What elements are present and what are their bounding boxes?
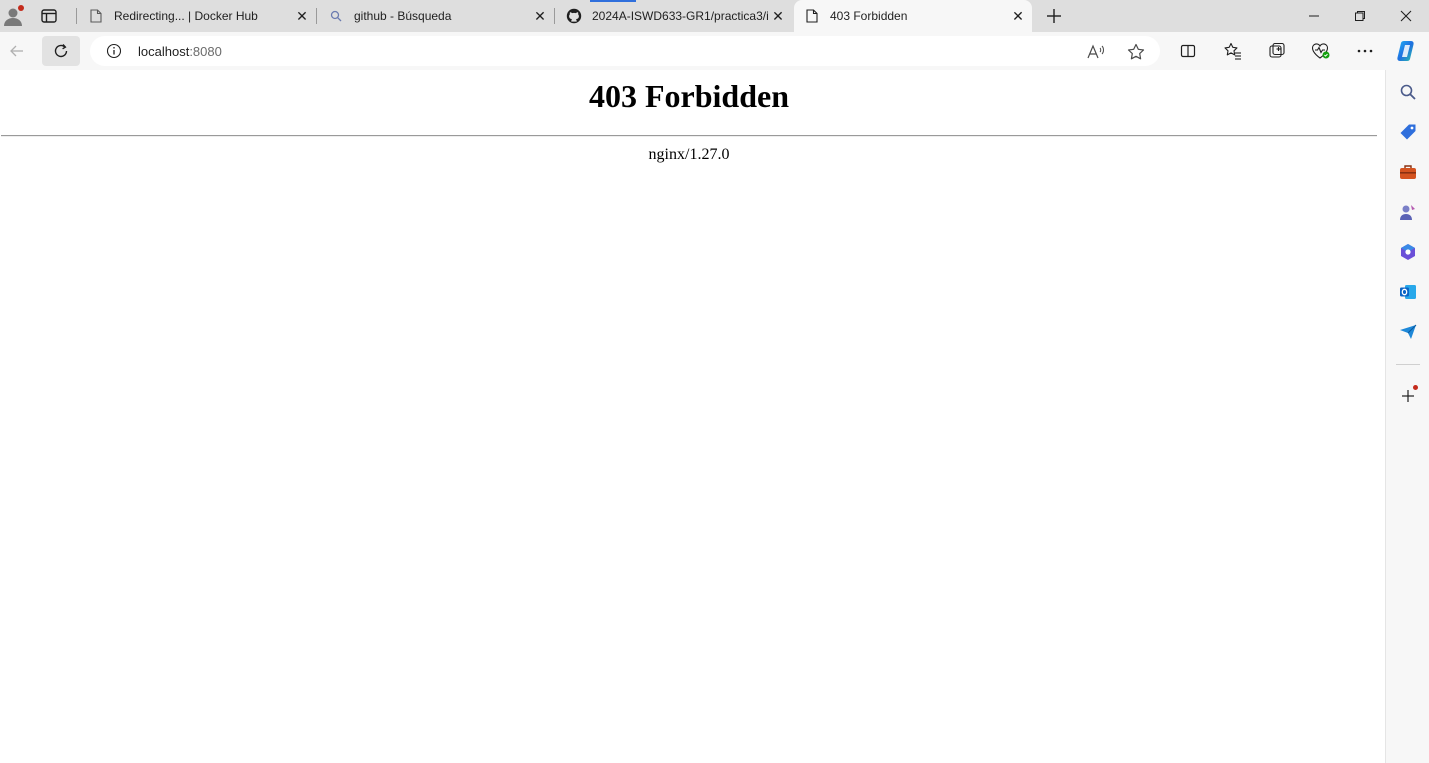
tab-title: 2024A-ISWD633-GR1/practica3/i [592, 9, 768, 23]
minimize-icon[interactable] [1291, 0, 1337, 32]
favorite-star-icon[interactable] [1127, 43, 1145, 61]
github-icon [566, 8, 582, 24]
url-host: localhost [138, 44, 190, 59]
favorites-icon[interactable] [1218, 36, 1248, 66]
close-tab-icon[interactable]: ✕ [532, 8, 548, 24]
tab-strip: Redirecting... | Docker Hub ✕ github - B… [0, 0, 1429, 32]
tab-github-search[interactable]: github - Búsqueda ✕ [318, 0, 554, 32]
tab-403-forbidden[interactable]: 403 Forbidden ✕ [794, 0, 1032, 32]
tab-github-repo[interactable]: 2024A-ISWD633-GR1/practica3/i ✕ [556, 0, 792, 32]
outlook-icon[interactable] [1397, 281, 1419, 303]
url-port: :8080 [189, 44, 222, 59]
page-icon [804, 8, 820, 24]
tab-separator [76, 8, 77, 24]
close-tab-icon[interactable]: ✕ [770, 8, 786, 24]
edge-sidebar [1385, 70, 1429, 763]
close-tab-icon[interactable]: ✕ [1010, 8, 1026, 24]
collections-icon[interactable] [1262, 36, 1292, 66]
search-icon [328, 8, 344, 24]
tab-separator [316, 8, 317, 24]
browser-toolbar: localhost:8080 [0, 32, 1429, 70]
close-window-icon[interactable] [1383, 0, 1429, 32]
sidebar-separator [1396, 364, 1420, 365]
tab-actions-menu-icon[interactable] [36, 6, 62, 26]
microsoft-365-icon[interactable] [1397, 241, 1419, 263]
back-arrow-icon[interactable] [2, 36, 32, 66]
search-icon[interactable] [1397, 81, 1419, 103]
address-bar[interactable]: localhost:8080 [90, 36, 1160, 66]
server-version: nginx/1.27.0 [648, 146, 730, 163]
browser-essentials-icon[interactable] [1306, 36, 1336, 66]
read-aloud-icon[interactable] [1087, 43, 1105, 61]
add-sidebar-app-plus-icon[interactable] [1397, 385, 1419, 407]
refresh-icon[interactable] [42, 36, 80, 66]
split-screen-icon[interactable] [1173, 36, 1203, 66]
close-tab-icon[interactable]: ✕ [294, 8, 310, 24]
tab-title: github - Búsqueda [354, 9, 452, 23]
restore-icon[interactable] [1337, 0, 1383, 32]
profile-avatar-icon[interactable] [2, 5, 24, 27]
site-info-icon[interactable] [106, 43, 122, 59]
copilot-icon[interactable] [1393, 36, 1423, 66]
shopping-tag-icon[interactable] [1397, 121, 1419, 143]
error-heading: 403 Forbidden [588, 78, 790, 114]
page-content: 403 Forbidden nginx/1.27.0 [0, 70, 1385, 763]
more-options-icon[interactable] [1350, 36, 1380, 66]
url-text[interactable]: localhost:8080 [138, 44, 222, 59]
tab-separator [554, 8, 555, 24]
games-icon[interactable] [1397, 201, 1419, 223]
tab-title: 403 Forbidden [830, 9, 908, 23]
new-tab-plus-icon[interactable] [1043, 5, 1065, 27]
send-drop-icon[interactable] [1397, 321, 1419, 343]
tab-docker-hub[interactable]: Redirecting... | Docker Hub ✕ [78, 0, 316, 32]
tools-briefcase-icon[interactable] [1397, 161, 1419, 183]
tab-title: Redirecting... | Docker Hub [114, 9, 258, 23]
profile-notification-dot [18, 5, 24, 11]
page-icon [88, 8, 104, 24]
divider [1, 135, 1377, 137]
notification-dot [1413, 385, 1418, 390]
